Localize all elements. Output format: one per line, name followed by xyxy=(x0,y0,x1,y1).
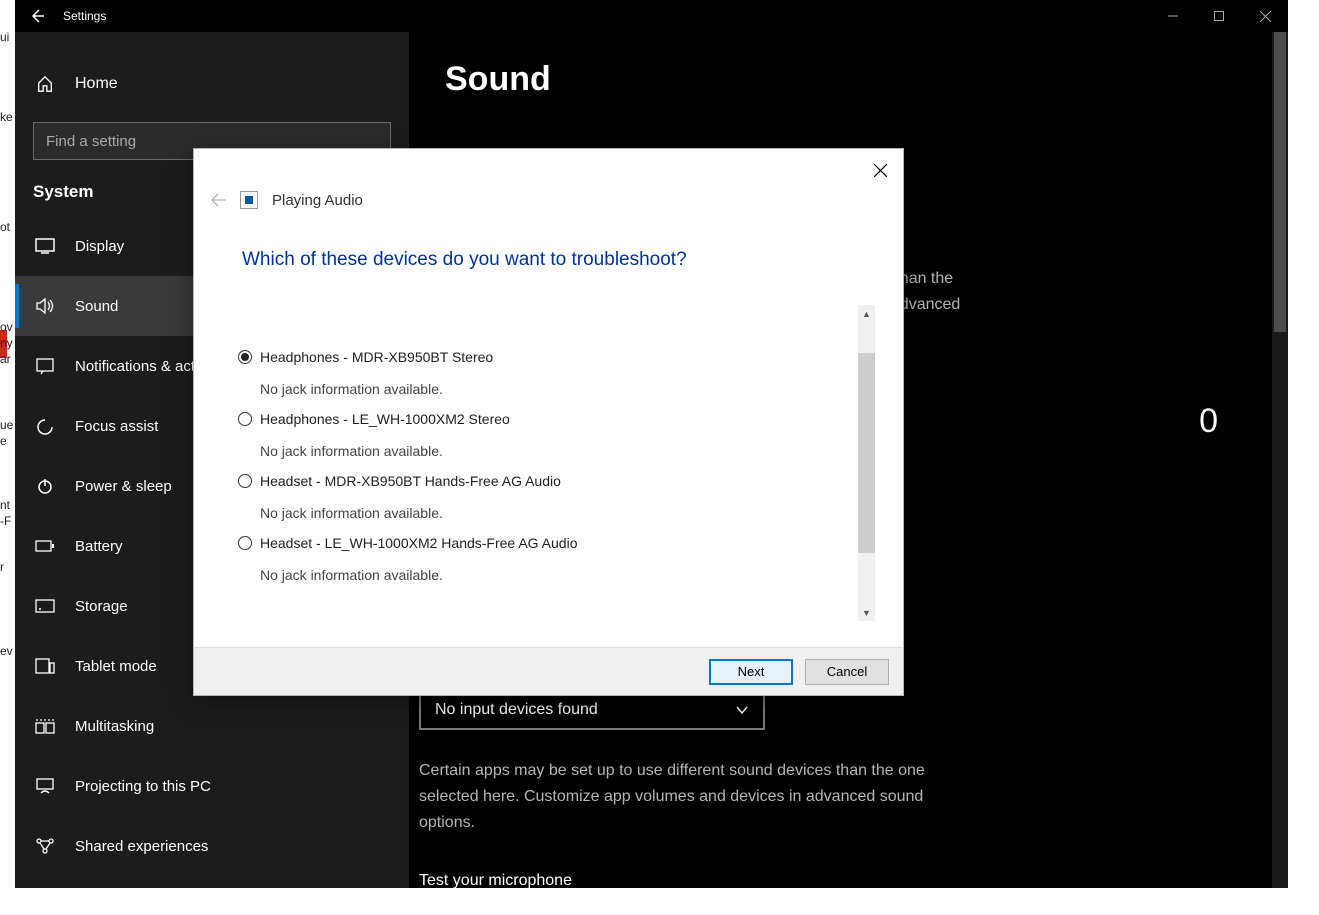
scroll-down-button[interactable]: ▼ xyxy=(858,604,875,621)
background-window-sliver: ui ke ot ov ny ar ue e nt -F r ev xyxy=(0,0,15,915)
page-title: Sound xyxy=(445,60,1258,99)
dialog-footer: Next Cancel xyxy=(194,647,903,695)
device-option-label: Headphones - MDR-XB950BT Stereo xyxy=(260,349,493,365)
scrollbar-thumb[interactable] xyxy=(1274,32,1286,332)
focus-assist-icon xyxy=(35,416,55,436)
device-option-label: Headset - MDR-XB950BT Hands-Free AG Audi… xyxy=(260,473,561,489)
sidebar-item-multitasking[interactable]: Multitasking xyxy=(15,696,409,756)
dialog-close-button[interactable] xyxy=(867,157,893,183)
power-icon xyxy=(35,476,55,496)
window-title: Settings xyxy=(63,9,106,23)
volume-value: 0 xyxy=(1199,402,1218,441)
device-option[interactable]: Headset - LE_WH-1000XM2 Hands-Free AG Au… xyxy=(238,535,859,583)
battery-icon xyxy=(35,536,55,556)
back-button[interactable] xyxy=(15,0,59,32)
multitasking-icon xyxy=(35,716,55,736)
sidebar-item-label: Display xyxy=(75,238,124,255)
cancel-button[interactable]: Cancel xyxy=(805,659,889,685)
dropdown-value: No input devices found xyxy=(435,701,598,719)
radio-icon xyxy=(238,474,252,488)
dialog-scrollbar[interactable]: ▲ ▼ xyxy=(858,305,875,621)
scrollbar-thumb[interactable] xyxy=(858,353,875,553)
device-option-sub: No jack information available. xyxy=(260,381,859,397)
dialog-options-list: Headphones - MDR-XB950BT Stereo No jack … xyxy=(238,349,859,637)
titlebar: Settings xyxy=(15,0,1288,32)
next-button[interactable]: Next xyxy=(709,659,793,685)
scroll-up-button[interactable]: ▲ xyxy=(858,305,875,322)
device-option-sub: No jack information available. xyxy=(260,505,859,521)
sidebar-item-label: Shared experiences xyxy=(75,838,208,855)
sidebar-item-shared-experiences[interactable]: Shared experiences xyxy=(15,816,409,876)
device-option[interactable]: Headphones - MDR-XB950BT Stereo No jack … xyxy=(238,349,859,397)
sidebar-item-label: Projecting to this PC xyxy=(75,778,211,795)
device-option-label: Headset - LE_WH-1000XM2 Hands-Free AG Au… xyxy=(260,535,578,551)
radio-icon xyxy=(238,350,252,364)
notifications-icon xyxy=(35,356,55,376)
device-option-sub: No jack information available. xyxy=(260,567,859,583)
sidebar-item-label: Focus assist xyxy=(75,418,158,435)
dialog-title: Playing Audio xyxy=(272,192,363,209)
sidebar-item-label: Power & sleep xyxy=(75,478,172,495)
dialog-back-button[interactable] xyxy=(210,193,226,207)
content-scrollbar[interactable] xyxy=(1272,32,1288,888)
radio-icon xyxy=(238,536,252,550)
sidebar-item-projecting[interactable]: Projecting to this PC xyxy=(15,756,409,816)
troubleshooter-dialog: Playing Audio Which of these devices do … xyxy=(193,148,904,696)
minimize-button[interactable] xyxy=(1150,0,1196,32)
dialog-question: Which of these devices do you want to tr… xyxy=(194,209,903,271)
shared-experiences-icon xyxy=(35,836,55,856)
close-button[interactable] xyxy=(1242,0,1288,32)
sidebar-home[interactable]: Home xyxy=(15,56,409,112)
device-option[interactable]: Headphones - LE_WH-1000XM2 Stereo No jac… xyxy=(238,411,859,459)
storage-icon xyxy=(35,596,55,616)
sidebar-item-label: Storage xyxy=(75,598,128,615)
test-microphone-label: Test your microphone xyxy=(419,872,979,890)
sidebar-item-label: Multitasking xyxy=(75,718,154,735)
dialog-header: Playing Audio xyxy=(194,149,903,209)
input-description: Certain apps may be set up to use differ… xyxy=(419,758,979,836)
display-icon xyxy=(35,236,55,256)
sidebar-item-label: Tablet mode xyxy=(75,658,157,675)
search-placeholder: Find a setting xyxy=(46,133,136,150)
device-option-label: Headphones - LE_WH-1000XM2 Stereo xyxy=(260,411,510,427)
sidebar-home-label: Home xyxy=(75,75,118,93)
tablet-mode-icon xyxy=(35,656,55,676)
sidebar-item-label: Sound xyxy=(75,298,118,315)
troubleshooter-icon xyxy=(240,191,258,209)
radio-icon xyxy=(238,412,252,426)
home-icon xyxy=(35,75,55,93)
sidebar-item-label: Battery xyxy=(75,538,123,555)
chevron-down-icon xyxy=(735,703,749,717)
input-device-dropdown[interactable]: No input devices found xyxy=(419,690,765,730)
projecting-icon xyxy=(35,776,55,796)
device-option-sub: No jack information available. xyxy=(260,443,859,459)
sound-icon xyxy=(35,296,55,316)
device-option[interactable]: Headset - MDR-XB950BT Hands-Free AG Audi… xyxy=(238,473,859,521)
maximize-button[interactable] xyxy=(1196,0,1242,32)
